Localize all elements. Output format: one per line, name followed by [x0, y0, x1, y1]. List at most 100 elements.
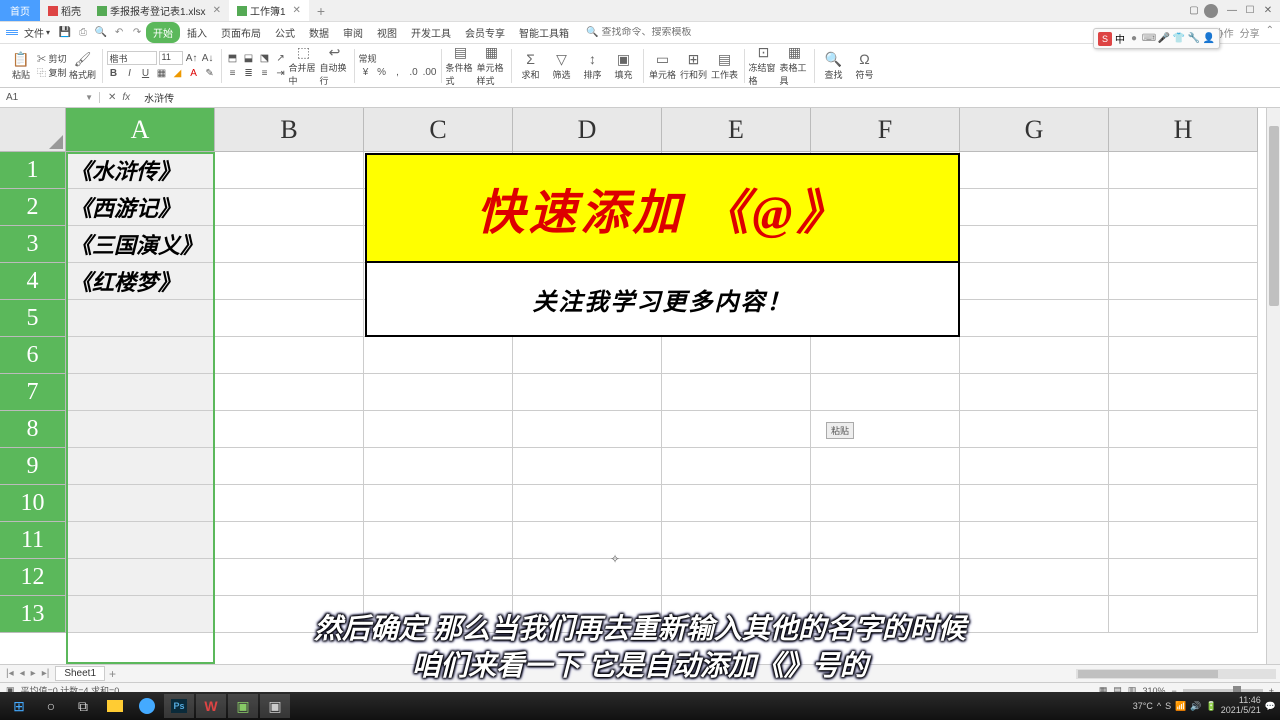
tab-add-button[interactable]: +	[309, 3, 333, 19]
cell-B13[interactable]	[215, 596, 364, 633]
cell-C8[interactable]	[364, 411, 513, 448]
cell-E6[interactable]	[662, 337, 811, 374]
ime-toolbar[interactable]: S 中 ● ⌨ 🎤 👕 🔧 👤	[1093, 28, 1220, 49]
ime-mode[interactable]: 中	[1115, 31, 1125, 46]
name-box[interactable]: A1▼	[0, 92, 100, 103]
taskbar-app2[interactable]: ▣	[260, 694, 290, 718]
cell-A2[interactable]: 《西游记》	[66, 189, 215, 226]
vertical-scrollbar[interactable]	[1266, 108, 1280, 664]
cell-C6[interactable]	[364, 337, 513, 374]
horizontal-scrollbar[interactable]	[1076, 669, 1276, 679]
cell-E7[interactable]	[662, 374, 811, 411]
minimize-button[interactable]: —	[1224, 4, 1240, 18]
align-bot-icon[interactable]: ⬔	[258, 51, 272, 65]
row-header-4[interactable]: 4	[0, 263, 66, 300]
inc-decimal-icon[interactable]: .0	[407, 66, 421, 80]
cell-D8[interactable]	[513, 411, 662, 448]
cell-G3[interactable]	[960, 226, 1109, 263]
dec-decimal-icon[interactable]: .00	[423, 66, 437, 80]
taskbar-wps[interactable]: W	[196, 694, 226, 718]
tray-clock[interactable]: 11:46 2021/5/21	[1221, 696, 1261, 716]
cell-G13[interactable]	[960, 596, 1109, 633]
tab-start[interactable]: 开始	[146, 22, 180, 43]
cell-G4[interactable]	[960, 263, 1109, 300]
tab-doc-3[interactable]: 工作簿1✕	[229, 0, 309, 21]
cell-A8[interactable]	[66, 411, 215, 448]
taskview-button[interactable]: ⧉	[68, 694, 98, 718]
cell-format-button[interactable]: ▭单元格	[648, 46, 678, 86]
start-button[interactable]: ⊞	[4, 694, 34, 718]
cells-area[interactable]: 《水浒传》 《西游记》 《三国演义》 《红楼梦》 快速添加 《@》 关注我学习更…	[66, 152, 1280, 633]
cell-B10[interactable]	[215, 485, 364, 522]
search-input[interactable]	[601, 27, 721, 38]
row-header-2[interactable]: 2	[0, 189, 66, 226]
tab-dev[interactable]: 开发工具	[404, 22, 458, 43]
align-center-icon[interactable]: ≣	[242, 66, 256, 80]
rowcol-button[interactable]: ⊞行和列	[679, 46, 709, 86]
chevron-down-icon[interactable]: ▼	[85, 93, 93, 102]
save-icon[interactable]: 💾	[58, 26, 72, 40]
cell-C11[interactable]	[364, 522, 513, 559]
tray-weather[interactable]: 37°C	[1133, 701, 1153, 711]
paste-options-tag[interactable]: 粘贴	[826, 422, 854, 439]
indent-icon[interactable]: ⇥	[274, 66, 288, 80]
app-menu-icon[interactable]	[6, 30, 18, 35]
cell-F12[interactable]	[811, 559, 960, 596]
tray-network-icon[interactable]: 📶	[1175, 701, 1186, 712]
decrease-font-icon[interactable]: A↓	[201, 51, 215, 65]
tray-notifications-icon[interactable]: 💬	[1265, 701, 1276, 712]
cell-A5[interactable]	[66, 300, 215, 337]
cell-E12[interactable]	[662, 559, 811, 596]
row-header-7[interactable]: 7	[0, 374, 66, 411]
sum-button[interactable]: Σ求和	[516, 46, 546, 86]
cell-H7[interactable]	[1109, 374, 1258, 411]
row-header-6[interactable]: 6	[0, 337, 66, 374]
undo-icon[interactable]: ↶	[112, 26, 126, 40]
row-header-5[interactable]: 5	[0, 300, 66, 337]
cell-B6[interactable]	[215, 337, 364, 374]
taskbar-ps[interactable]: Ps	[164, 694, 194, 718]
align-mid-icon[interactable]: ⬓	[242, 51, 256, 65]
cortana-button[interactable]: ○	[36, 694, 66, 718]
cell-E9[interactable]	[662, 448, 811, 485]
cell-G7[interactable]	[960, 374, 1109, 411]
cell-H8[interactable]	[1109, 411, 1258, 448]
cancel-formula-icon[interactable]: ✕	[108, 92, 116, 103]
cell-B8[interactable]	[215, 411, 364, 448]
number-format-combo[interactable]: 常规	[359, 52, 409, 65]
tab-close-icon[interactable]: ✕	[293, 5, 301, 16]
row-header-10[interactable]: 10	[0, 485, 66, 522]
cell-A7[interactable]	[66, 374, 215, 411]
col-header-B[interactable]: B	[215, 108, 364, 152]
cell-B2[interactable]	[215, 189, 364, 226]
fx-icon[interactable]: fx	[122, 92, 130, 103]
tab-member[interactable]: 会员专享	[458, 22, 512, 43]
cell-F9[interactable]	[811, 448, 960, 485]
cell-H9[interactable]	[1109, 448, 1258, 485]
cell-H1[interactable]	[1109, 152, 1258, 189]
ribbon-toggle-icon[interactable]: ▢	[1186, 4, 1202, 18]
paste-button[interactable]: 📋粘贴	[6, 46, 36, 86]
cell-G6[interactable]	[960, 337, 1109, 374]
ime-user-icon[interactable]: 👤	[1203, 33, 1215, 45]
cell-B3[interactable]	[215, 226, 364, 263]
tab-close-icon[interactable]: ✕	[213, 5, 221, 16]
cell-D13[interactable]	[513, 596, 662, 633]
col-header-G[interactable]: G	[960, 108, 1109, 152]
cell-A6[interactable]	[66, 337, 215, 374]
cell-G5[interactable]	[960, 300, 1109, 337]
collapse-ribbon-icon[interactable]: ⌃	[1266, 25, 1274, 40]
cell-A3[interactable]: 《三国演义》	[66, 226, 215, 263]
tab-formula[interactable]: 公式	[268, 22, 302, 43]
merge-button[interactable]: ⬚合并居中	[289, 46, 319, 86]
border-button[interactable]: ▦	[155, 66, 169, 80]
cell-A1[interactable]: 《水浒传》	[66, 152, 215, 189]
row-header-9[interactable]: 9	[0, 448, 66, 485]
sheet-next-icon[interactable]: ▸	[29, 668, 38, 679]
cell-A9[interactable]	[66, 448, 215, 485]
tray-ime-icon[interactable]: S	[1165, 701, 1171, 711]
font-name-combo[interactable]: 楷书	[107, 51, 157, 65]
ime-keyboard-icon[interactable]: ⌨	[1143, 33, 1155, 45]
fill-button[interactable]: ▣填充	[609, 46, 639, 86]
share-button[interactable]: 分享	[1240, 25, 1260, 40]
